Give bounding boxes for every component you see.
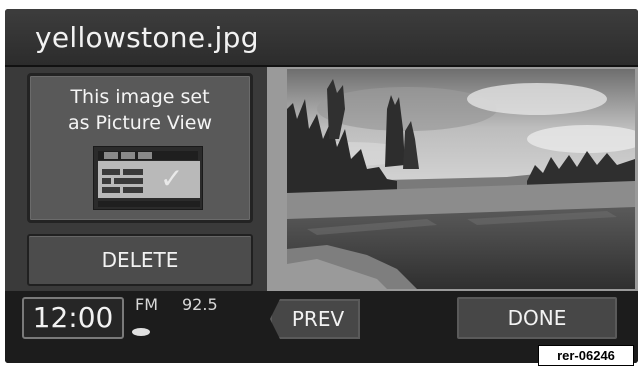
landscape-photo [287,69,635,289]
grid-cell [114,178,143,184]
picture-view-icon-bottom [98,201,200,207]
icon-segment [104,152,118,159]
photo-frame [267,67,638,291]
grid-cell [102,169,120,175]
picture-view-icon-top [98,151,198,160]
grid-icon [102,169,144,193]
icon-segment [121,152,135,159]
grid-cell [123,187,143,193]
disc-icon [132,328,150,336]
radio-screen: yellowstone.jpg This image set as Pictur… [5,9,638,363]
file-name-title: yellowstone.jpg [35,21,259,54]
grid-cell [123,169,143,175]
radio-band-label: FM [135,295,159,314]
picture-view-icon-screen: ✓ [98,161,200,198]
photo-preview [287,69,635,289]
prev-button[interactable]: PREV [270,299,360,339]
message-line-1: This image set [70,86,210,108]
reference-tag: rer-06246 [538,345,634,366]
checkmark-icon: ✓ [160,162,184,195]
picture-view-icon: ✓ [93,146,203,210]
clock-button[interactable]: 12:00 [22,297,124,339]
picture-view-info-box: This image set as Picture View ✓ [27,73,253,223]
picture-view-message: This image set as Picture View [30,84,250,136]
done-button[interactable]: DONE [457,297,617,339]
radio-frequency: 92.5 [182,295,218,314]
icon-segment [138,152,152,159]
delete-button[interactable]: DELETE [27,234,253,286]
title-bar: yellowstone.jpg [5,9,638,67]
grid-cell [102,187,120,193]
message-line-2: as Picture View [67,112,213,134]
left-panel: This image set as Picture View ✓ DELETE [5,67,267,291]
grid-cell [102,178,111,184]
